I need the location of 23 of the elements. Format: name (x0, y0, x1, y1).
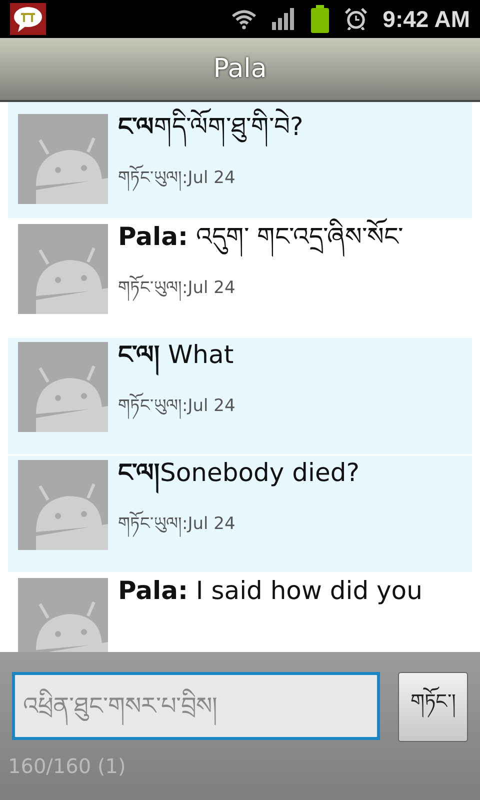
chat-bubble-icon[interactable] (10, 3, 46, 35)
message-input-field[interactable]: འཕྲིན་ཐུང་གསར་པ་བྲིས། (12, 672, 380, 740)
avatar-icon (18, 578, 108, 652)
send-button[interactable]: གཏོང་། (398, 672, 468, 742)
clock-time: 9:42 AM (382, 6, 470, 32)
character-counter: 160/160 (1) (8, 754, 127, 778)
sent-message-row[interactable]: ང་ལགདི་ལོག་ཐུ་གི་བེ? གཏོང་ཡུལ།:Jul 24 (8, 102, 472, 218)
wifi-icon (230, 8, 257, 30)
avatar-icon (18, 460, 108, 550)
avatar-icon (18, 224, 108, 314)
avatar-icon (18, 342, 108, 432)
alarm-clock-icon (342, 8, 369, 30)
battery-icon (310, 5, 329, 33)
conversation-title: Pala (213, 54, 267, 84)
message-timestamp: གཏོང་ཡུལ།:Jul 24 (118, 504, 360, 552)
sent-message-row[interactable]: ང་ལ། What གཏོང་ཡུལ།:Jul 24 (8, 338, 472, 454)
avatar-icon (18, 114, 108, 204)
sent-message-row[interactable]: ང་ལ།Sonebody died? གཏོང་ཡུལ།:Jul 24 (8, 456, 472, 572)
message-timestamp: གཏོང་ཡུལ།:Jul 24 (118, 158, 304, 206)
message-text: Pala: I said how did you (118, 575, 422, 607)
message-timestamp: གཏོང་ཡུལ།:Jul 24 (118, 386, 236, 434)
message-timestamp: གཏོང་ཡུལ།:Jul 24 (118, 268, 403, 316)
signal-icon (270, 8, 297, 30)
